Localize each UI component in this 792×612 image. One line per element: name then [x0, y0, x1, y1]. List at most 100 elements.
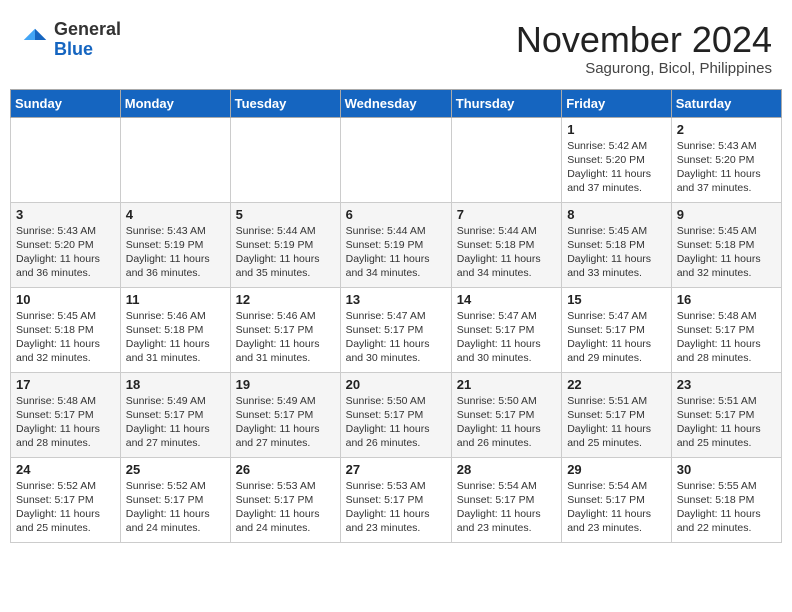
calendar-cell: 17 Sunrise: 5:48 AM Sunset: 5:17 PM Dayli… — [11, 372, 121, 457]
day-info: Sunrise: 5:52 AM Sunset: 5:17 PM Dayligh… — [16, 479, 115, 536]
day-info: Sunrise: 5:55 AM Sunset: 5:18 PM Dayligh… — [677, 479, 776, 536]
weekday-header-monday: Monday — [120, 89, 230, 117]
calendar-week-row: 10 Sunrise: 5:45 AM Sunset: 5:18 PM Dayli… — [11, 287, 782, 372]
day-info: Sunrise: 5:43 AM Sunset: 5:20 PM Dayligh… — [677, 139, 776, 196]
calendar-week-row: 1 Sunrise: 5:42 AM Sunset: 5:20 PM Daylig… — [11, 117, 782, 202]
day-number: 30 — [677, 462, 776, 477]
day-info: Sunrise: 5:48 AM Sunset: 5:17 PM Dayligh… — [677, 309, 776, 366]
day-info: Sunrise: 5:43 AM Sunset: 5:19 PM Dayligh… — [126, 224, 225, 281]
day-info: Sunrise: 5:47 AM Sunset: 5:17 PM Dayligh… — [457, 309, 556, 366]
day-number: 3 — [16, 207, 115, 222]
day-info: Sunrise: 5:47 AM Sunset: 5:17 PM Dayligh… — [346, 309, 446, 366]
calendar-cell: 14 Sunrise: 5:47 AM Sunset: 5:17 PM Dayli… — [451, 287, 561, 372]
calendar-cell — [120, 117, 230, 202]
logo-icon — [20, 25, 50, 55]
calendar-cell — [11, 117, 121, 202]
calendar-cell: 18Sunrise: 5:49 AM Sunset: 5:17 PM Dayli… — [120, 372, 230, 457]
calendar-cell: 19Sunrise: 5:49 AM Sunset: 5:17 PM Dayli… — [230, 372, 340, 457]
month-title: November 2024 — [516, 20, 772, 60]
day-info: Sunrise: 5:54 AM Sunset: 5:17 PM Dayligh… — [457, 479, 556, 536]
calendar-cell — [340, 117, 451, 202]
day-number: 6 — [346, 207, 446, 222]
day-info: Sunrise: 5:43 AM Sunset: 5:20 PM Dayligh… — [16, 224, 115, 281]
day-number: 7 — [457, 207, 556, 222]
day-info: Sunrise: 5:45 AM Sunset: 5:18 PM Dayligh… — [677, 224, 776, 281]
weekday-header-tuesday: Tuesday — [230, 89, 340, 117]
day-info: Sunrise: 5:44 AM Sunset: 5:19 PM Dayligh… — [346, 224, 446, 281]
calendar-cell: 24 Sunrise: 5:52 AM Sunset: 5:17 PM Dayli… — [11, 457, 121, 542]
day-number: 10 — [16, 292, 115, 307]
calendar-cell: 28 Sunrise: 5:54 AM Sunset: 5:17 PM Dayli… — [451, 457, 561, 542]
calendar-cell: 13 Sunrise: 5:47 AM Sunset: 5:17 PM Dayli… — [340, 287, 451, 372]
calendar-cell — [230, 117, 340, 202]
calendar-header-row: SundayMondayTuesdayWednesdayThursdayFrid… — [11, 89, 782, 117]
logo: General Blue — [20, 20, 121, 60]
calendar-week-row: 3 Sunrise: 5:43 AM Sunset: 5:20 PM Daylig… — [11, 202, 782, 287]
calendar-cell: 10 Sunrise: 5:45 AM Sunset: 5:18 PM Dayli… — [11, 287, 121, 372]
day-number: 16 — [677, 292, 776, 307]
day-number: 1 — [567, 122, 666, 137]
day-info: Sunrise: 5:53 AM Sunset: 5:17 PM Dayligh… — [346, 479, 446, 536]
day-number: 26 — [236, 462, 335, 477]
calendar-cell: 16 Sunrise: 5:48 AM Sunset: 5:17 PM Dayli… — [671, 287, 781, 372]
day-info: Sunrise: 5:46 AM Sunset: 5:17 PM Dayligh… — [236, 309, 335, 366]
calendar-cell: 23 Sunrise: 5:51 AM Sunset: 5:17 PM Dayli… — [671, 372, 781, 457]
calendar-cell: 9Sunrise: 5:45 AM Sunset: 5:18 PM Daylig… — [671, 202, 781, 287]
logo-blue: Blue — [54, 39, 93, 59]
calendar-cell: 11Sunrise: 5:46 AM Sunset: 5:18 PM Dayli… — [120, 287, 230, 372]
weekday-header-friday: Friday — [562, 89, 672, 117]
calendar-cell: 7 Sunrise: 5:44 AM Sunset: 5:18 PM Daylig… — [451, 202, 561, 287]
day-info: Sunrise: 5:44 AM Sunset: 5:18 PM Dayligh… — [457, 224, 556, 281]
day-number: 13 — [346, 292, 446, 307]
calendar-cell: 12 Sunrise: 5:46 AM Sunset: 5:17 PM Dayli… — [230, 287, 340, 372]
day-info: Sunrise: 5:51 AM Sunset: 5:17 PM Dayligh… — [567, 394, 666, 451]
location-subtitle: Sagurong, Bicol, Philippines — [516, 60, 772, 77]
calendar-cell — [451, 117, 561, 202]
day-number: 12 — [236, 292, 335, 307]
weekday-header-wednesday: Wednesday — [340, 89, 451, 117]
day-number: 23 — [677, 377, 776, 392]
day-info: Sunrise: 5:45 AM Sunset: 5:18 PM Dayligh… — [567, 224, 666, 281]
day-info: Sunrise: 5:54 AM Sunset: 5:17 PM Dayligh… — [567, 479, 666, 536]
calendar-cell: 1 Sunrise: 5:42 AM Sunset: 5:20 PM Daylig… — [562, 117, 672, 202]
calendar-week-row: 17 Sunrise: 5:48 AM Sunset: 5:17 PM Dayli… — [11, 372, 782, 457]
weekday-header-saturday: Saturday — [671, 89, 781, 117]
day-number: 15 — [567, 292, 666, 307]
day-number: 8 — [567, 207, 666, 222]
day-info: Sunrise: 5:47 AM Sunset: 5:17 PM Dayligh… — [567, 309, 666, 366]
calendar-cell: 25Sunrise: 5:52 AM Sunset: 5:17 PM Dayli… — [120, 457, 230, 542]
calendar-cell: 3 Sunrise: 5:43 AM Sunset: 5:20 PM Daylig… — [11, 202, 121, 287]
day-info: Sunrise: 5:46 AM Sunset: 5:18 PM Dayligh… — [126, 309, 225, 366]
day-info: Sunrise: 5:49 AM Sunset: 5:17 PM Dayligh… — [236, 394, 335, 451]
day-number: 28 — [457, 462, 556, 477]
day-info: Sunrise: 5:45 AM Sunset: 5:18 PM Dayligh… — [16, 309, 115, 366]
calendar-cell: 20Sunrise: 5:50 AM Sunset: 5:17 PM Dayli… — [340, 372, 451, 457]
day-number: 17 — [16, 377, 115, 392]
calendar-cell: 8 Sunrise: 5:45 AM Sunset: 5:18 PM Daylig… — [562, 202, 672, 287]
day-info: Sunrise: 5:53 AM Sunset: 5:17 PM Dayligh… — [236, 479, 335, 536]
calendar-cell: 5 Sunrise: 5:44 AM Sunset: 5:19 PM Daylig… — [230, 202, 340, 287]
day-info: Sunrise: 5:44 AM Sunset: 5:19 PM Dayligh… — [236, 224, 335, 281]
day-number: 20 — [346, 377, 446, 392]
calendar-cell: 21Sunrise: 5:50 AM Sunset: 5:17 PM Dayli… — [451, 372, 561, 457]
day-number: 14 — [457, 292, 556, 307]
day-number: 5 — [236, 207, 335, 222]
title-block: November 2024 Sagurong, Bicol, Philippin… — [516, 20, 772, 77]
calendar-cell: 27Sunrise: 5:53 AM Sunset: 5:17 PM Dayli… — [340, 457, 451, 542]
day-info: Sunrise: 5:42 AM Sunset: 5:20 PM Dayligh… — [567, 139, 666, 196]
calendar-cell: 6 Sunrise: 5:44 AM Sunset: 5:19 PM Daylig… — [340, 202, 451, 287]
day-info: Sunrise: 5:50 AM Sunset: 5:17 PM Dayligh… — [457, 394, 556, 451]
calendar-cell: 29 Sunrise: 5:54 AM Sunset: 5:17 PM Dayli… — [562, 457, 672, 542]
day-number: 4 — [126, 207, 225, 222]
calendar-cell: 26 Sunrise: 5:53 AM Sunset: 5:17 PM Dayli… — [230, 457, 340, 542]
calendar-cell: 15 Sunrise: 5:47 AM Sunset: 5:17 PM Dayli… — [562, 287, 672, 372]
calendar-cell: 2Sunrise: 5:43 AM Sunset: 5:20 PM Daylig… — [671, 117, 781, 202]
day-number: 29 — [567, 462, 666, 477]
logo-general: General — [54, 19, 121, 39]
day-info: Sunrise: 5:48 AM Sunset: 5:17 PM Dayligh… — [16, 394, 115, 451]
day-number: 24 — [16, 462, 115, 477]
calendar-week-row: 24 Sunrise: 5:52 AM Sunset: 5:17 PM Dayli… — [11, 457, 782, 542]
day-info: Sunrise: 5:52 AM Sunset: 5:17 PM Dayligh… — [126, 479, 225, 536]
calendar-cell: 30 Sunrise: 5:55 AM Sunset: 5:18 PM Dayli… — [671, 457, 781, 542]
day-info: Sunrise: 5:51 AM Sunset: 5:17 PM Dayligh… — [677, 394, 776, 451]
